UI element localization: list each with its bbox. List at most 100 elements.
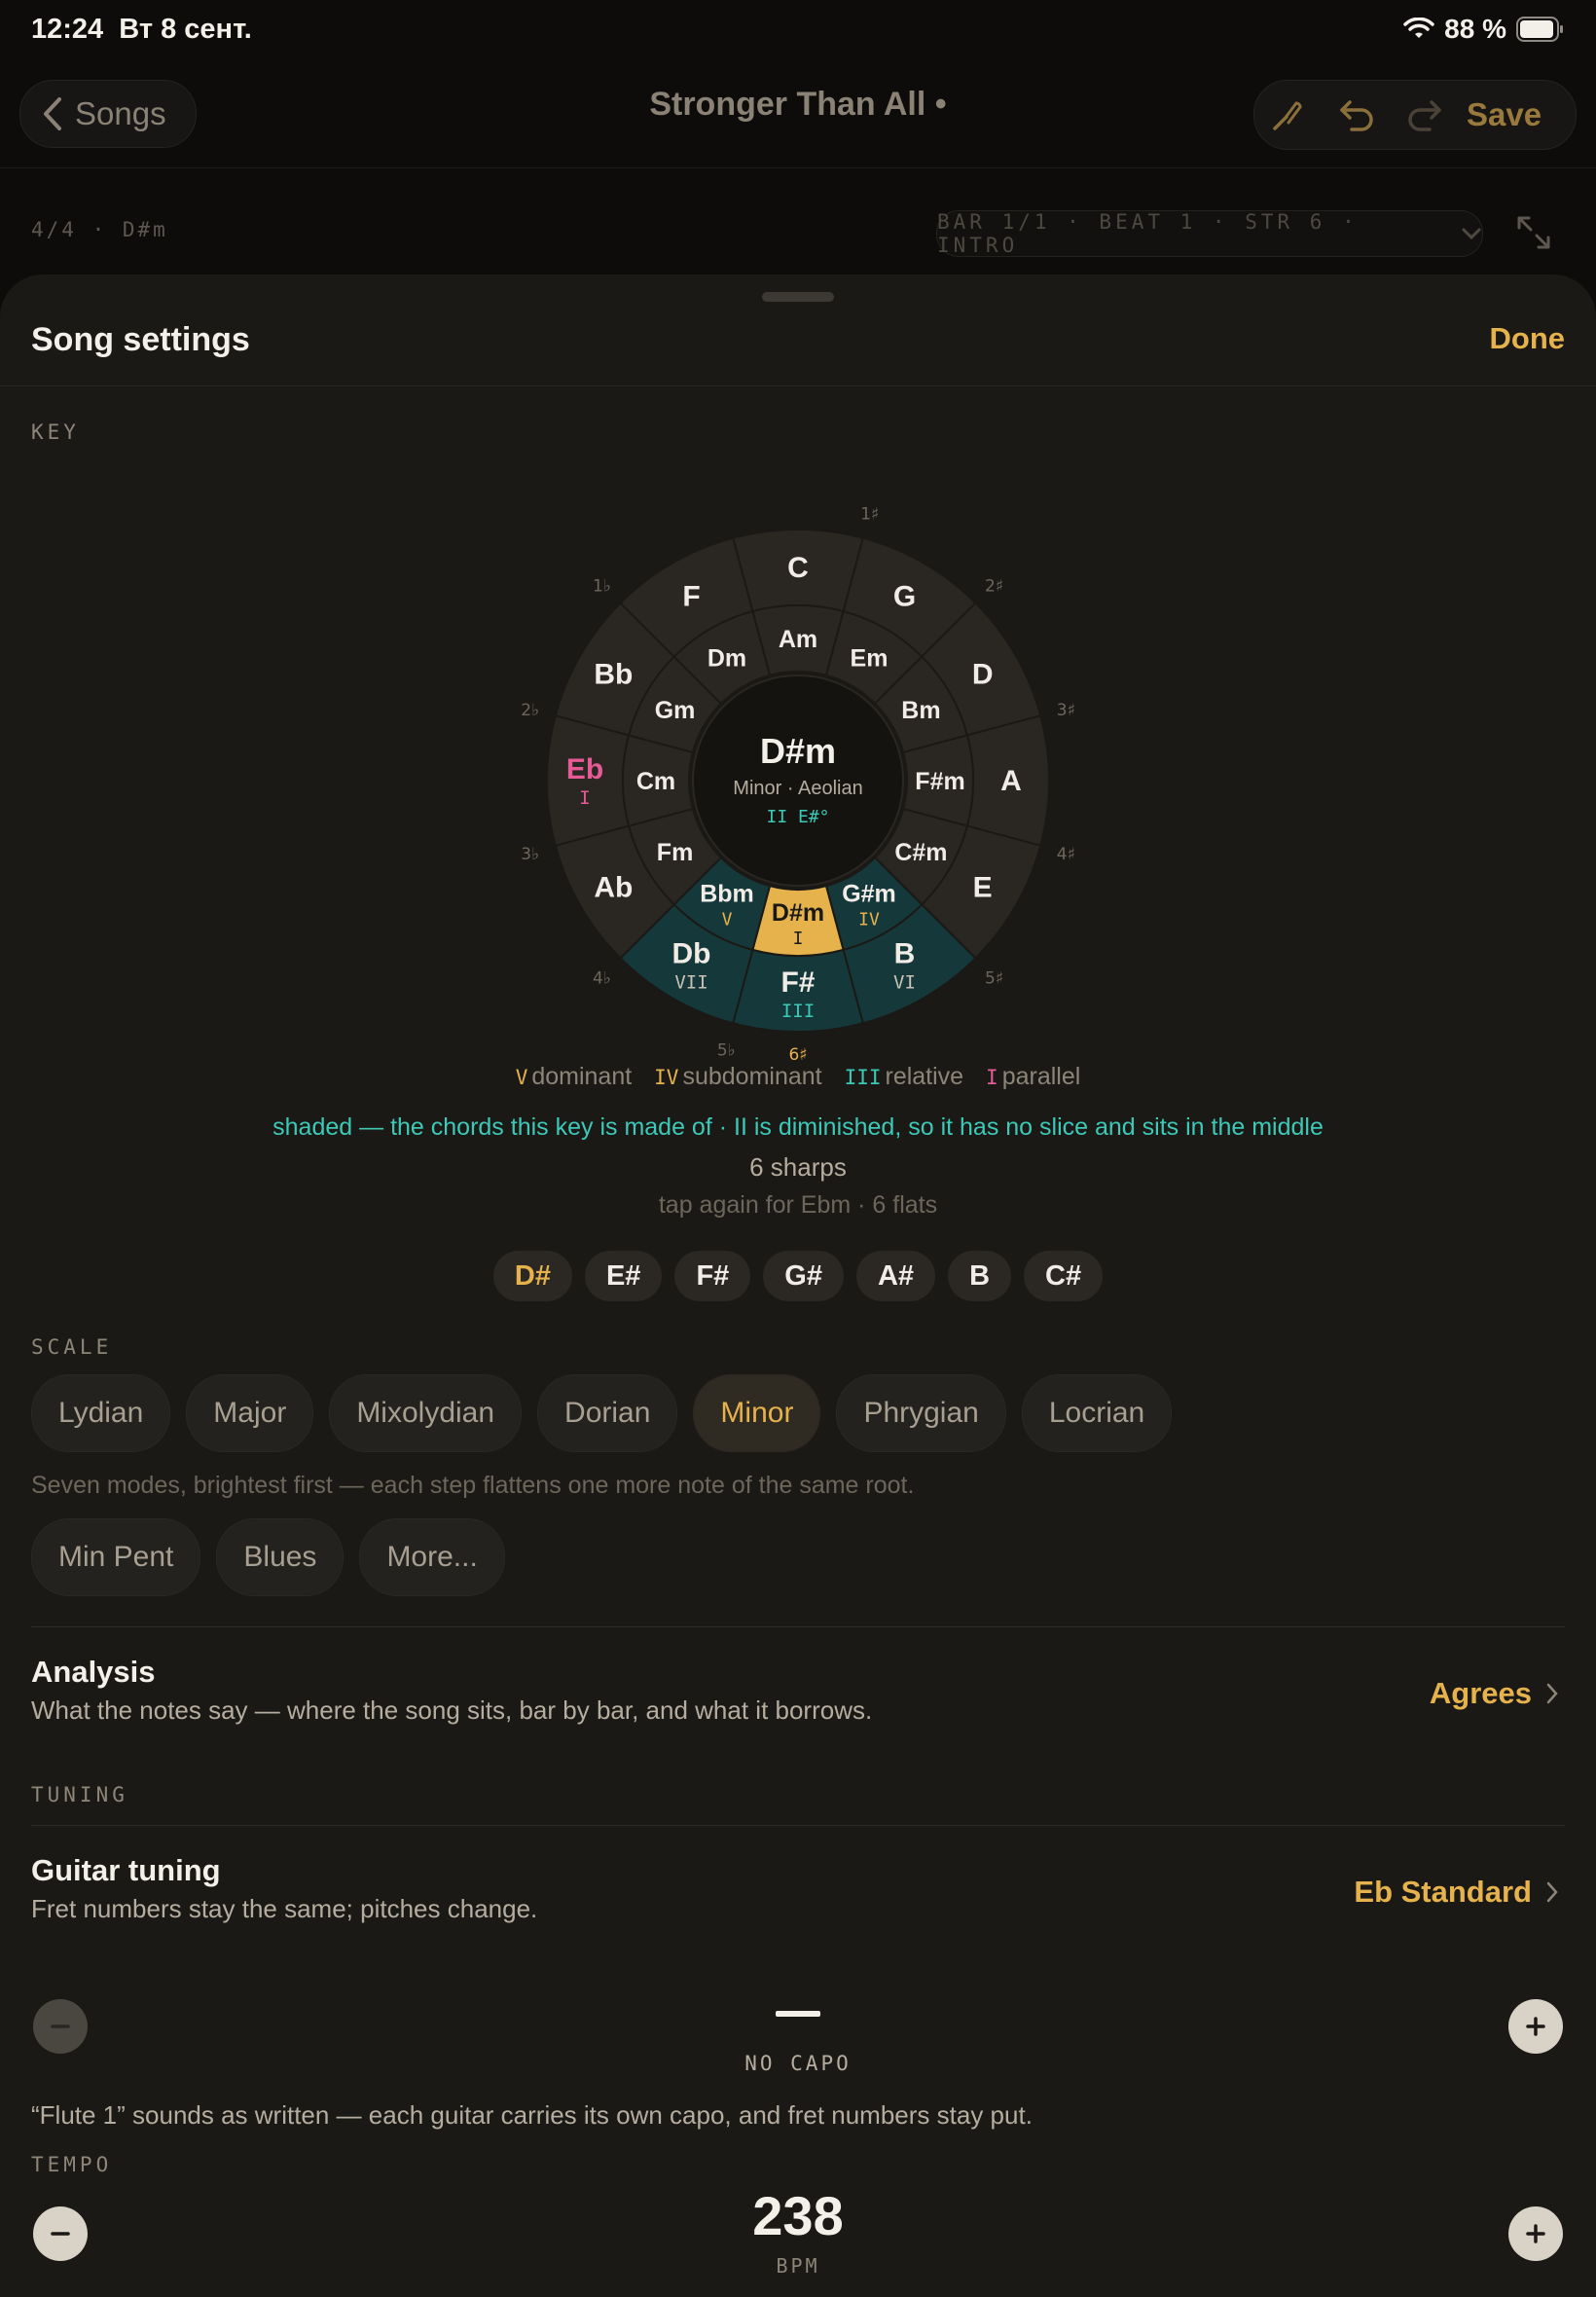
minus-icon <box>51 2024 70 2028</box>
plus-icon <box>1526 2224 1545 2243</box>
redo-button[interactable] <box>1391 81 1459 149</box>
sheet-grabber[interactable] <box>762 292 834 302</box>
wheel-minor-label: D#m <box>772 899 824 927</box>
modes-helper-text: Seven modes, brightest first — each step… <box>31 1472 915 1499</box>
tempo-unit: BPM <box>776 2254 820 2278</box>
wheel-major-label: C <box>787 552 809 584</box>
divider <box>31 1825 1565 1826</box>
wheel-major-label: A <box>1000 765 1022 797</box>
undo-button[interactable] <box>1323 81 1391 149</box>
scale-note: E# <box>584 1251 663 1301</box>
analysis-value: Agrees <box>1430 1676 1559 1711</box>
scale-note: D# <box>492 1251 572 1301</box>
legend-parallel: Iparallel <box>986 1063 1081 1090</box>
wheel-minor-label: Fm <box>657 839 694 866</box>
center-diminished: II E#° <box>766 807 829 827</box>
chevron-right-icon <box>1546 1881 1558 1903</box>
wheel-major-label: B <box>894 938 916 970</box>
key-signature-marker: 4♯ <box>1057 845 1075 864</box>
key-signature-marker: 4♭ <box>593 969 611 989</box>
capo-value-dash <box>776 2011 820 2017</box>
mode-chip-major[interactable]: Major <box>186 1374 314 1452</box>
tempo-section-label: TEMPO <box>31 2153 113 2176</box>
mode-chip-minor[interactable]: Minor <box>693 1374 821 1452</box>
mode-chip-dorian[interactable]: Dorian <box>537 1374 678 1452</box>
wheel-minor-label: C#m <box>894 839 947 866</box>
extra-scale-chips: Min Pent Blues More... <box>31 1518 505 1596</box>
tuning-fork-icon <box>1273 101 1302 130</box>
analysis-subtitle: What the notes say — where the song sits… <box>31 1695 873 1725</box>
capo-increase-button[interactable] <box>1508 1999 1563 2054</box>
wheel-major-label: Ab <box>594 872 633 904</box>
redo-icon <box>1408 100 1441 131</box>
scale-note: G# <box>763 1251 844 1301</box>
wheel-minor-label: Cm <box>636 768 675 795</box>
wheel-roman-label: I <box>579 787 590 809</box>
capo-decrease-button[interactable] <box>33 1999 88 2054</box>
mode-chip-lydian[interactable]: Lydian <box>31 1374 171 1452</box>
mode-chip-phrygian[interactable]: Phrygian <box>836 1374 1006 1452</box>
wheel-major-label: E <box>973 872 993 904</box>
scale-section-label: SCALE <box>31 1335 113 1359</box>
tempo-increase-button[interactable] <box>1508 2206 1563 2261</box>
chevron-down-icon <box>1462 228 1481 240</box>
mode-chips: Lydian Major Mixolydian Dorian Minor Phr… <box>31 1374 1173 1452</box>
wheel-legend: Vdominant IV subdominant III relative Ipar… <box>0 1063 1596 1091</box>
wheel-minor-label: F#m <box>915 768 964 795</box>
enharmonic-hint: tap again for Ebm · 6 flats <box>658 1191 938 1219</box>
divider <box>31 1626 1565 1627</box>
position-selector[interactable]: BAR 1/1 · BEAT 1 · STR 6 · INTRO <box>936 210 1483 257</box>
scale-chip-blues[interactable]: Blues <box>216 1518 345 1596</box>
scale-chip-min-pent[interactable]: Min Pent <box>31 1518 201 1596</box>
plus-icon <box>1526 2017 1545 2036</box>
wheel-roman-label: III <box>781 1001 815 1022</box>
guitar-tuning-subtitle: Fret numbers stay the same; pitches chan… <box>31 1894 538 1923</box>
wheel-minor-label: G#m <box>842 880 896 907</box>
expand-icon[interactable] <box>1513 212 1554 253</box>
wheel-major-label: Eb <box>566 753 603 785</box>
wheel-roman-label: IV <box>858 909 880 930</box>
wheel-major-label: D <box>972 659 994 691</box>
tempo-value[interactable]: 238 <box>0 2184 1596 2247</box>
key-signature-count: 6 sharps <box>749 1152 847 1182</box>
wheel-roman-label: V <box>722 909 733 930</box>
scale-note: B <box>948 1251 1012 1301</box>
chevron-right-icon <box>1546 1683 1558 1704</box>
wheel-minor-label: Bm <box>901 697 940 724</box>
nav-bar: Songs Stronger Than All • Save <box>0 62 1596 168</box>
guitar-tuning-value: Eb Standard <box>1354 1875 1559 1910</box>
scale-note: C# <box>1024 1251 1104 1301</box>
save-button[interactable]: Save <box>1467 96 1542 133</box>
position-label: BAR 1/1 · BEAT 1 · STR 6 · INTRO <box>937 210 1359 257</box>
key-section-label: KEY <box>31 420 80 444</box>
key-signature-marker: 1♭ <box>593 576 611 596</box>
undo-icon <box>1340 100 1373 131</box>
wheel-minor-label: Dm <box>707 645 746 673</box>
circle-of-fifths[interactable]: CGDAEBVIF#IIIDbVIIAbEbIBbFAmEmBmF#mC#mG#… <box>506 489 1090 1073</box>
wheel-roman-label: VI <box>893 972 916 994</box>
toolbar: Save <box>1253 80 1577 150</box>
key-signature-marker: 5♭ <box>717 1040 736 1060</box>
done-button[interactable]: Done <box>1490 321 1566 356</box>
scale-chip-more[interactable]: More... <box>359 1518 505 1596</box>
wheel-major-label: F# <box>780 966 815 999</box>
wheel-minor-label: Gm <box>655 697 696 724</box>
wheel-major-label: Bb <box>594 659 633 691</box>
mode-chip-locrian[interactable]: Locrian <box>1021 1374 1173 1452</box>
scale-notes: D# E# F# G# A# B C# <box>0 1251 1596 1301</box>
center-key-name: D#m <box>760 731 836 771</box>
capo-label: NO CAPO <box>744 2052 852 2075</box>
tuning-fork-button[interactable] <box>1254 81 1323 149</box>
key-signature-marker: 3♯ <box>1057 701 1075 720</box>
battery-icon <box>1516 17 1563 42</box>
legend-relative: III relative <box>844 1063 964 1090</box>
scale-note: F# <box>674 1251 751 1301</box>
wheel-major-label: Db <box>672 938 711 970</box>
key-signature-marker: 2♯ <box>985 576 1003 596</box>
mode-chip-mixolydian[interactable]: Mixolydian <box>329 1374 523 1452</box>
key-signature-marker: 6♯ <box>788 1045 807 1065</box>
wheel-major-label: F <box>682 580 700 612</box>
sheet-title: Song settings <box>31 321 250 358</box>
legend-dominant: Vdominant <box>515 1063 633 1090</box>
status-time: 12:24 Вт 8 сент. <box>31 14 252 45</box>
